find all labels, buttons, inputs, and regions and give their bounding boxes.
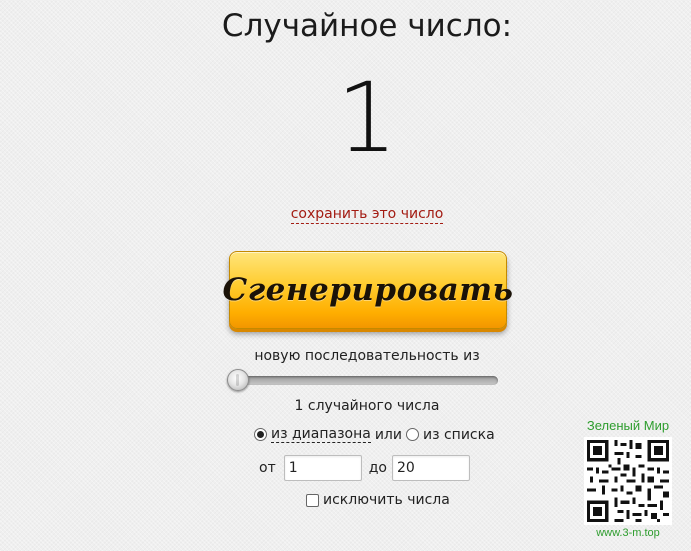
save-number-link-row: сохранить это число <box>0 206 691 224</box>
brand-url: www.3-m.top <box>596 527 660 539</box>
sequence-label: новую последовательность из <box>254 348 480 364</box>
qr-code-icon <box>584 437 672 525</box>
count-slider-track[interactable] <box>229 376 498 385</box>
generate-button-label: Сгенерировать <box>222 272 514 308</box>
range-inputs: от до <box>259 455 470 481</box>
from-label: от <box>259 460 276 476</box>
count-slider-handle[interactable] <box>227 369 249 391</box>
brand-name: Зеленый Мир <box>586 418 670 433</box>
page-title: Случайное число: <box>221 8 513 44</box>
to-input[interactable] <box>391 455 470 481</box>
exclude-numbers-option: исключить числа <box>306 492 450 508</box>
range-option-label[interactable]: из диапазона <box>271 426 371 443</box>
generate-button[interactable]: Сгенерировать <box>223 251 513 329</box>
list-radio[interactable] <box>405 428 419 441</box>
list-option-label[interactable]: из списка <box>423 427 495 443</box>
to-label: до <box>368 460 387 476</box>
from-input[interactable] <box>283 455 362 481</box>
range-radio[interactable] <box>254 428 267 441</box>
save-number-link[interactable]: сохранить это число <box>290 206 444 224</box>
exclude-label[interactable]: исключить числа <box>323 492 450 508</box>
brand-block: Зеленый Мир www.3-m.top <box>576 418 680 539</box>
exclude-checkbox[interactable] <box>306 493 319 507</box>
source-selector: из диапазона или из списка <box>254 426 495 443</box>
or-label: или <box>374 426 402 443</box>
count-label: 1 случайного числа <box>294 398 440 414</box>
random-number-result: 1 <box>336 62 398 174</box>
